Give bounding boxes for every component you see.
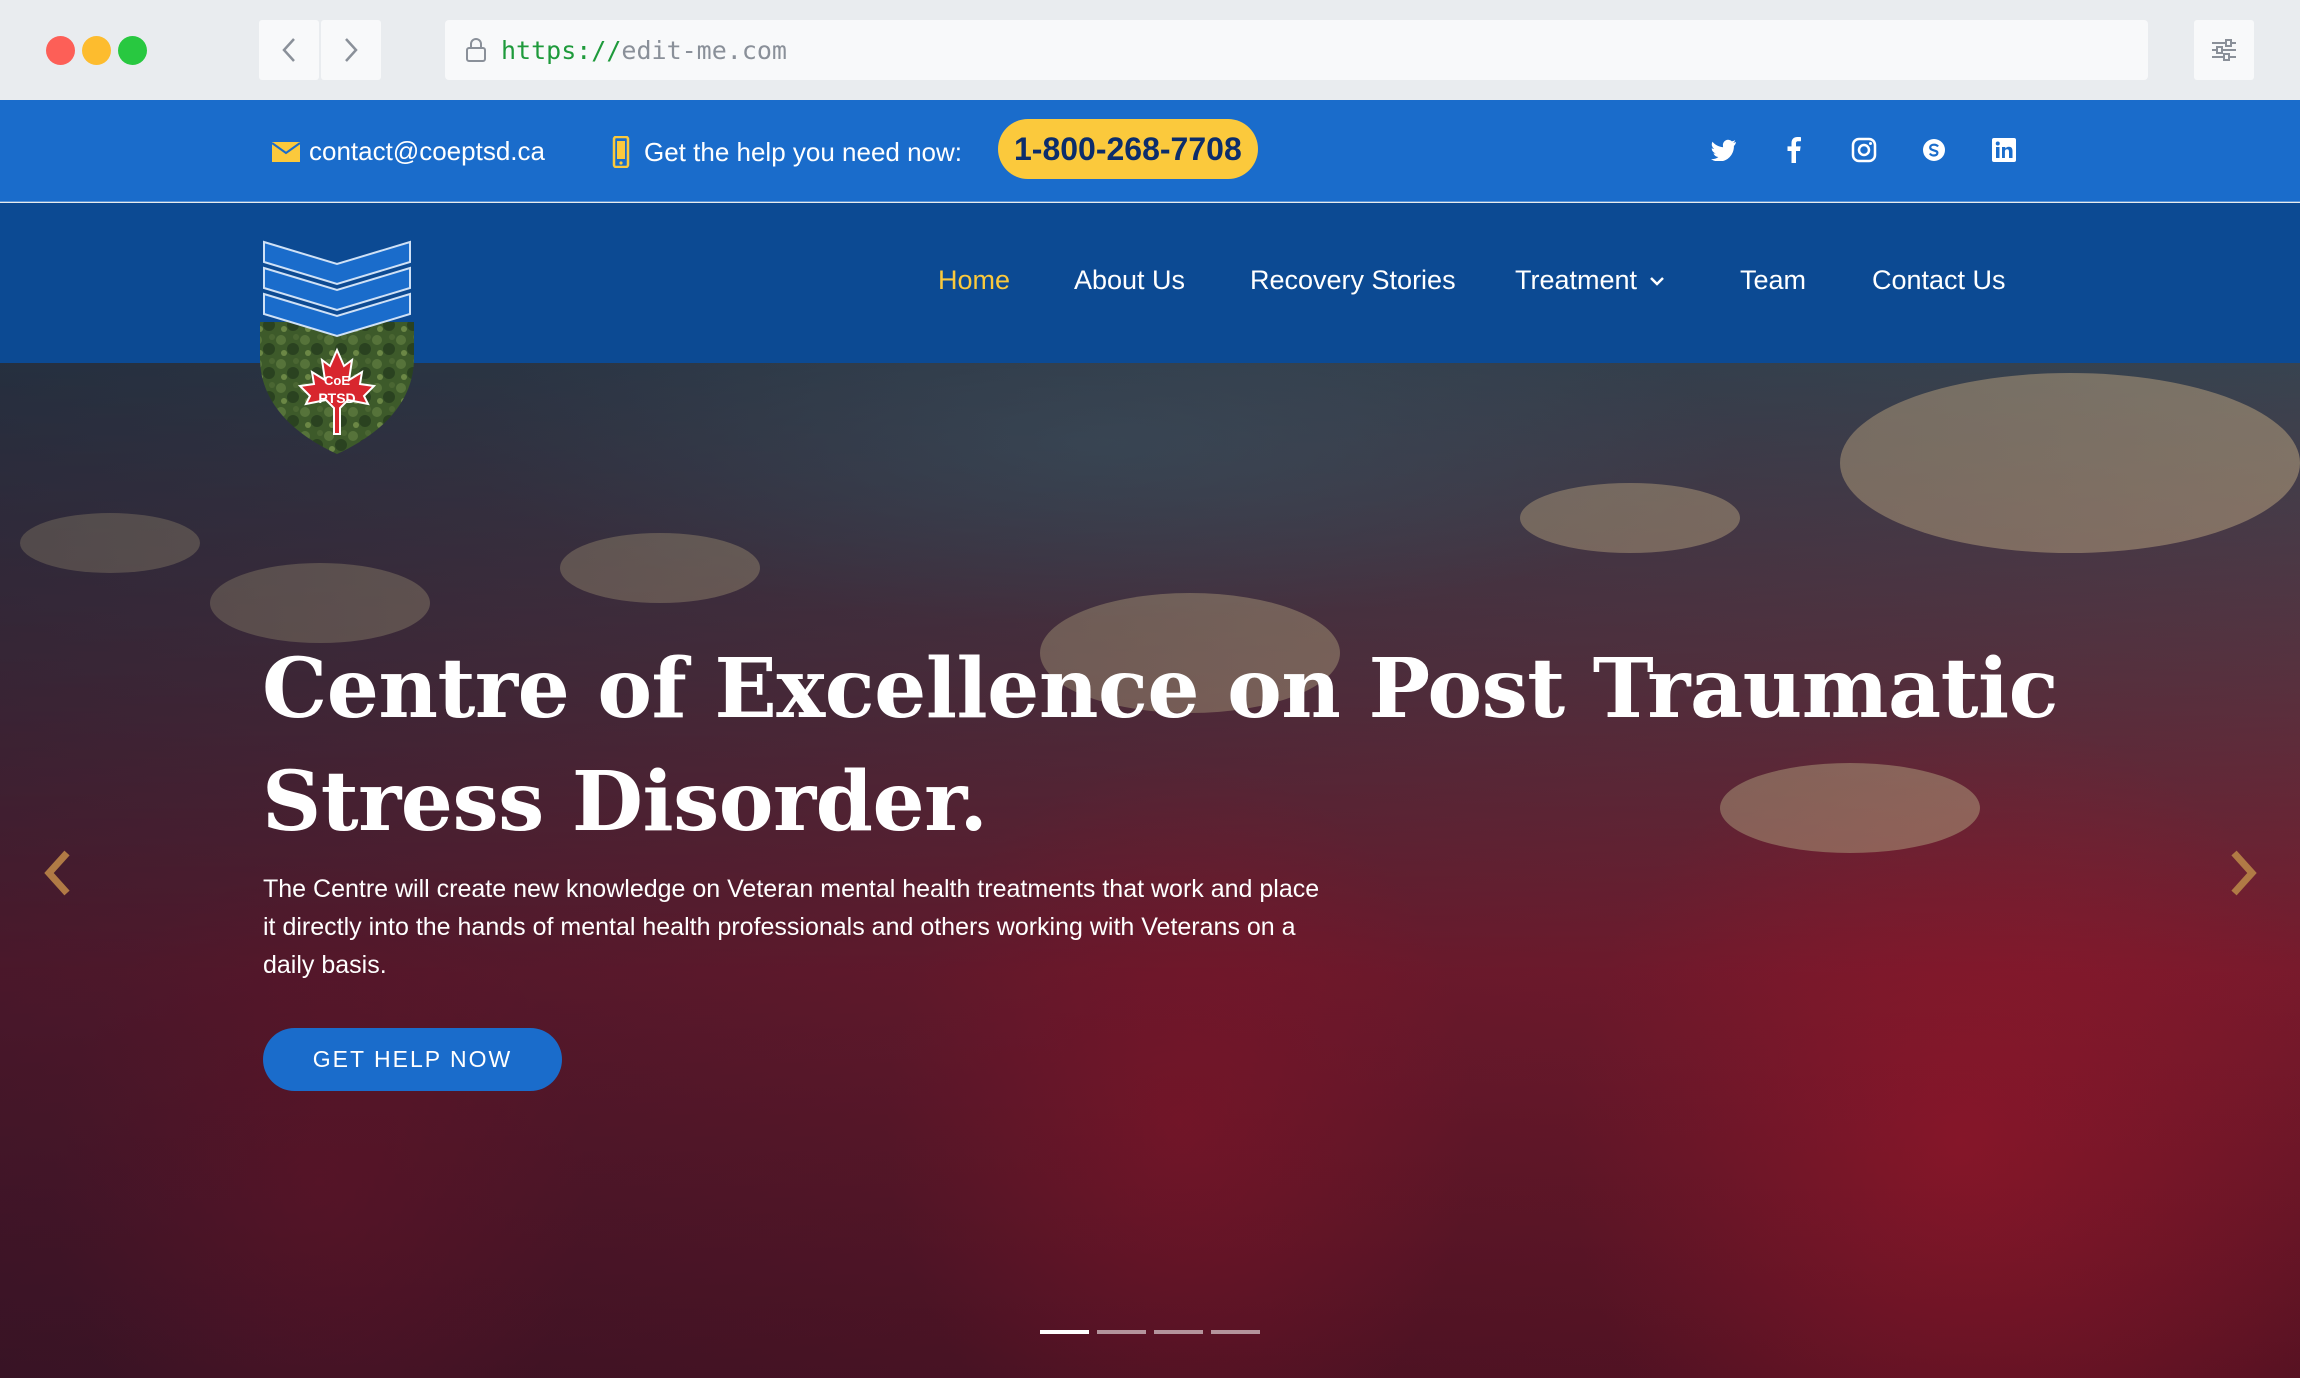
hero-description: The Centre will create new knowledge on … — [263, 875, 1320, 979]
browser-chrome: https:// edit-me.com — [0, 0, 2300, 100]
site-logo[interactable]: CoE PTSD — [252, 238, 422, 456]
chevron-right-icon — [2231, 850, 2257, 896]
get-help-now-button[interactable]: GET HELP NOW — [263, 1028, 562, 1091]
browser-settings-button[interactable] — [2194, 20, 2254, 80]
email-link[interactable]: contact@coeptsd.ca — [271, 136, 545, 167]
nav-item-treatment[interactable]: Treatment — [1515, 265, 1665, 296]
top-contact-bar: contact@coeptsd.ca Get the help you need… — [0, 100, 2300, 202]
slide-dot-4[interactable] — [1211, 1330, 1260, 1334]
nav-item-treatment-label: Treatment — [1515, 265, 1638, 295]
minimize-window-button[interactable] — [82, 36, 111, 65]
instagram-icon — [1851, 137, 1877, 163]
svg-text:PTSD: PTSD — [318, 390, 355, 406]
close-window-button[interactable] — [46, 36, 75, 65]
address-bar[interactable]: https:// edit-me.com — [445, 20, 2148, 80]
svg-text:CoE: CoE — [324, 373, 350, 388]
url-host: edit-me.com — [621, 35, 787, 65]
email-text: contact@coeptsd.ca — [309, 136, 545, 166]
chevron-left-icon — [44, 850, 70, 896]
skype-link[interactable] — [1920, 136, 1948, 164]
lock-icon — [465, 37, 487, 63]
hero-slider: Centre of Excellence on Post Traumatic S… — [0, 363, 2300, 1378]
slide-dot-1[interactable] — [1040, 1330, 1089, 1334]
facebook-icon — [1787, 137, 1801, 163]
twitter-icon — [1711, 139, 1736, 161]
linkedin-icon — [1992, 138, 2016, 162]
envelope-icon — [271, 141, 301, 163]
forward-icon — [345, 38, 358, 62]
maximize-window-button[interactable] — [118, 36, 147, 65]
slider-next-button[interactable] — [2223, 843, 2263, 903]
nav-item-about-us[interactable]: About Us — [1074, 265, 1185, 296]
twitter-link[interactable] — [1710, 136, 1738, 164]
facebook-link[interactable] — [1780, 136, 1808, 164]
phone-number-button[interactable]: 1-800-268-7708 — [998, 119, 1258, 179]
mobile-phone-icon — [612, 136, 630, 168]
back-icon — [282, 38, 295, 62]
browser-back-button[interactable] — [259, 20, 319, 80]
help-line: Get the help you need now: — [612, 136, 962, 168]
skype-icon — [1923, 139, 1945, 161]
nav-item-contact-us[interactable]: Contact Us — [1872, 265, 2006, 296]
slide-dot-2[interactable] — [1097, 1330, 1146, 1334]
url-scheme: https:// — [501, 35, 622, 65]
nav-item-team[interactable]: Team — [1740, 265, 1806, 296]
nav-item-home[interactable]: Home — [938, 265, 1010, 296]
instagram-link[interactable] — [1850, 136, 1878, 164]
linkedin-link[interactable] — [1990, 136, 2018, 164]
hero-title: Centre of Excellence on Post Traumatic S… — [262, 641, 2059, 850]
settings-sliders-icon — [2212, 39, 2236, 61]
help-text: Get the help you need now: — [644, 136, 963, 167]
nav-item-recovery-stories[interactable]: Recovery Stories — [1250, 265, 1456, 296]
chevron-down-icon — [1649, 276, 1665, 286]
slide-dot-3[interactable] — [1154, 1330, 1203, 1334]
slider-pagination — [1040, 1330, 1260, 1334]
slider-prev-button[interactable] — [38, 843, 78, 903]
browser-forward-button[interactable] — [321, 20, 381, 80]
